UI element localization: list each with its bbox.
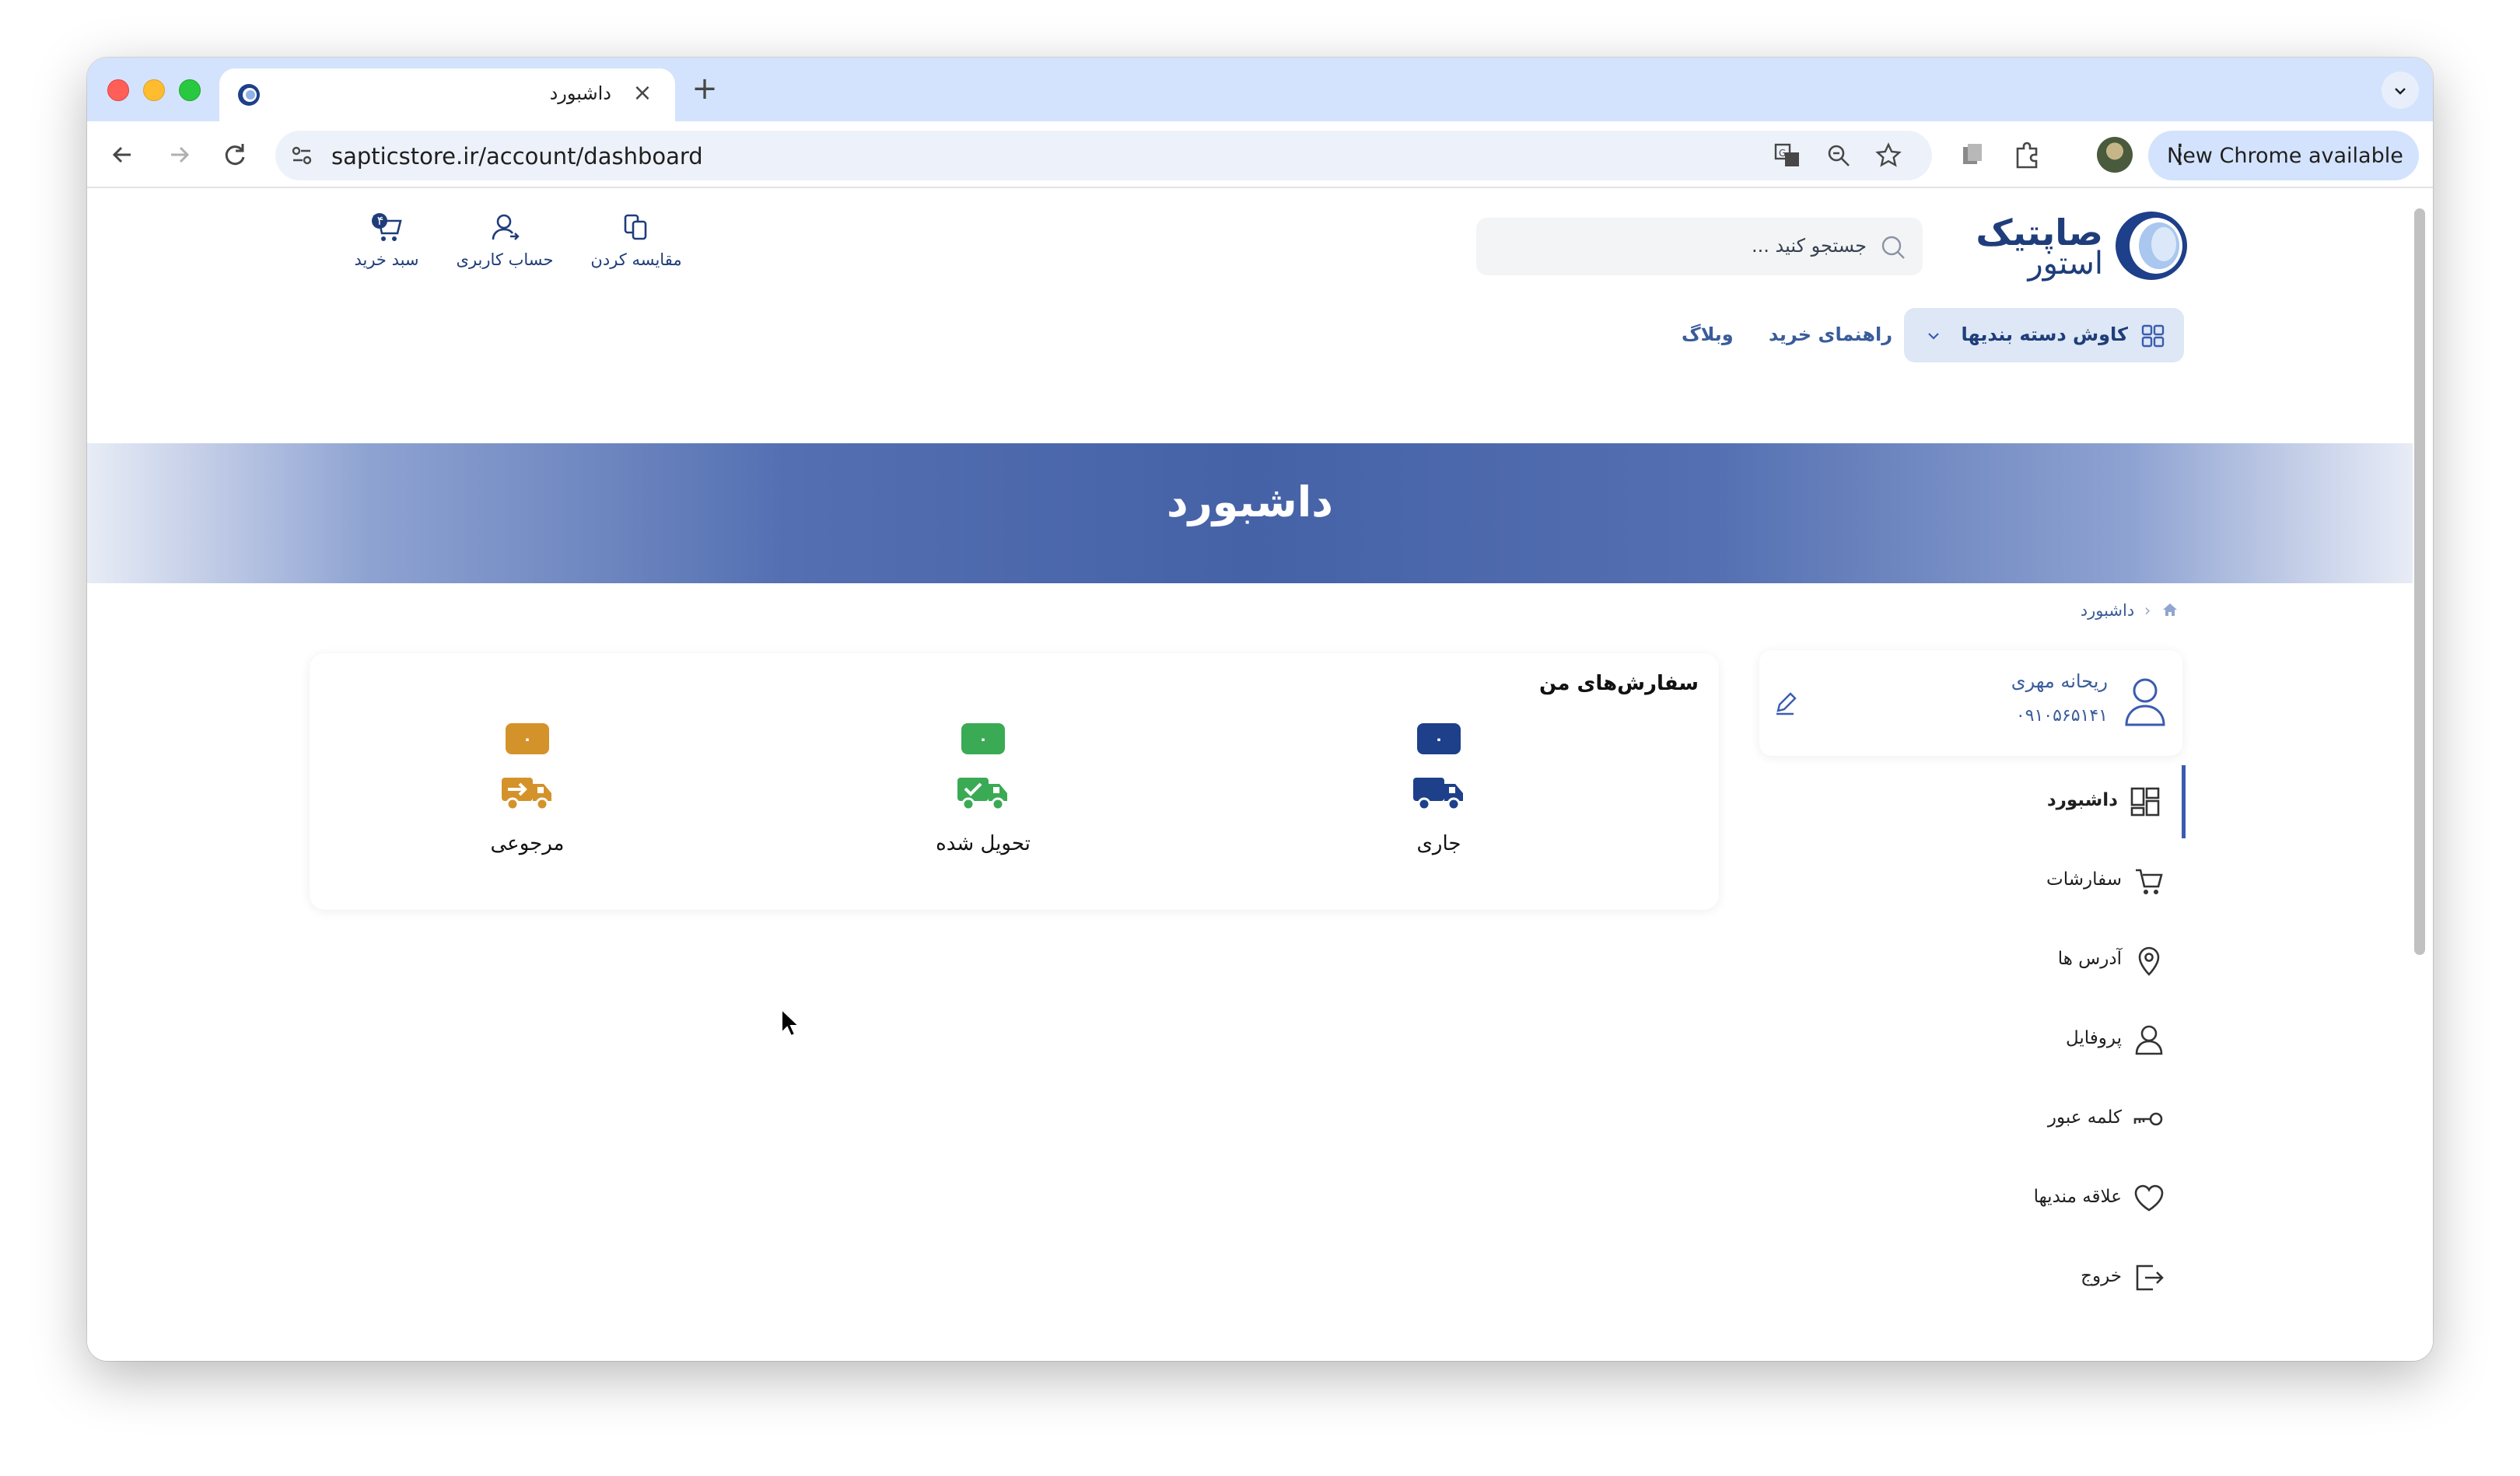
site-search-input[interactable]: جستجو کنید ... <box>1476 218 1923 275</box>
order-count-badge: ۰ <box>1417 723 1461 754</box>
user-card: ریحانه مهری ۰۹۱۰۵۶۵۱۴۱ <box>1759 650 2182 756</box>
search-placeholder: جستجو کنید ... <box>1751 235 1867 257</box>
dashboard-icon <box>2130 787 2160 817</box>
sidebar-item-label: پروفایل <box>2065 1028 2122 1048</box>
profile-avatar[interactable] <box>2097 137 2133 173</box>
page-banner: داشبورد <box>87 443 2413 583</box>
sidebar-item-label: آدرس ها <box>2057 949 2122 969</box>
menu-link-guide[interactable]: راهنمای خرید <box>1769 324 1892 345</box>
menu-link-blog[interactable]: وبلاگ <box>1682 324 1734 345</box>
key-icon <box>2133 1112 2163 1126</box>
bookmark-star-icon[interactable] <box>1873 140 1904 171</box>
translate-icon[interactable]: G <box>1772 140 1803 171</box>
sidebar-item-label: خروج <box>2081 1266 2122 1286</box>
order-status-delivered[interactable]: ۰ تحویل شده <box>866 723 1100 894</box>
user-avatar-icon <box>2125 678 2165 726</box>
svg-text:G: G <box>1779 148 1786 159</box>
extension-copy-icon[interactable] <box>1955 138 1990 172</box>
home-icon[interactable] <box>2161 600 2179 619</box>
scrollbar-thumb[interactable] <box>2414 208 2425 955</box>
my-orders-card: سفارش‌های من ۰ جاری ۰ <box>310 653 1719 910</box>
edit-pencil-icon[interactable] <box>1772 689 1800 717</box>
more-vert-icon: ⋮ <box>2167 138 2193 170</box>
compare-icon <box>624 214 647 240</box>
sidebar-item-profile[interactable]: پروفایل <box>1759 1003 2186 1076</box>
address-bar[interactable]: sapticstore.ir/account/dashboard G <box>275 131 1932 180</box>
order-count-badge: ۰ <box>961 723 1005 754</box>
site-settings-icon[interactable] <box>286 140 317 171</box>
page-scrollbar[interactable] <box>2414 196 2430 1361</box>
user-icon <box>492 214 520 240</box>
categories-label: کاوش دسته بندیها <box>1961 324 2128 345</box>
browser-toolbar: sapticstore.ir/account/dashboard G New C… <box>87 121 2433 188</box>
order-status-label: تحویل شده <box>936 832 1031 855</box>
browser-window: داشبورد × + sapticstore.ir/account/dashb… <box>87 58 2433 1361</box>
logout-icon <box>2136 1264 2164 1291</box>
order-status-current[interactable]: ۰ جاری <box>1322 723 1556 894</box>
tab-dashboard[interactable]: داشبورد × <box>219 68 675 121</box>
close-window-button[interactable] <box>107 79 129 101</box>
cart-count-badge: ۴ <box>376 213 384 228</box>
order-status-returned[interactable]: ۰ مرجوعی <box>411 723 644 894</box>
compare-button[interactable]: مقایسه کردن <box>582 210 691 280</box>
cart-button[interactable]: ۴ سبد خرید <box>344 210 429 280</box>
site-favicon-icon <box>238 84 260 106</box>
forward-icon[interactable] <box>160 136 198 173</box>
sidebar-item-label: علاقه مندیها <box>2033 1187 2122 1207</box>
minimize-window-button[interactable] <box>143 79 165 101</box>
sidebar-item-logout[interactable]: خروج <box>1759 1241 2186 1314</box>
zoom-icon[interactable] <box>1823 140 1854 171</box>
search-icon[interactable] <box>1878 232 1909 263</box>
breadcrumb: ‹ داشبورد <box>2081 600 2179 620</box>
account-label: حساب کاربری <box>456 250 554 269</box>
categories-menu-button[interactable]: کاوش دسته بندیها <box>1904 308 2184 362</box>
cart-label: سبد خرید <box>354 250 419 269</box>
close-tab-icon[interactable]: × <box>628 79 656 107</box>
grid-icon <box>2141 324 2165 348</box>
compare-label: مقایسه کردن <box>590 250 682 269</box>
tab-search-button[interactable] <box>2382 72 2419 109</box>
order-count-badge: ۰ <box>506 723 549 754</box>
cart-icon <box>2136 869 2163 894</box>
tab-strip: داشبورد × + <box>87 58 2433 121</box>
url-text: sapticstore.ir/account/dashboard <box>331 143 703 170</box>
sidebar-item-dashboard[interactable]: داشبورد <box>1759 765 2186 838</box>
chrome-update-button[interactable]: New Chrome available ⋮ <box>2148 131 2419 180</box>
sidebar-item-label: داشبورد <box>2046 790 2118 810</box>
chevron-down-icon <box>1928 333 1939 340</box>
user-phone: ۰۹۱۰۵۶۵۱۴۱ <box>2015 706 2108 726</box>
tab-title: داشبورد <box>549 82 611 104</box>
orders-title: سفارش‌های من <box>1538 672 1699 695</box>
location-icon <box>2138 946 2160 976</box>
sidebar-item-password[interactable]: کلمه عبور <box>1759 1083 2186 1156</box>
page-title: داشبورد <box>1166 477 1334 526</box>
account-button[interactable]: حساب کاربری <box>454 210 555 280</box>
logo-text-secondary: استور <box>2028 246 2103 282</box>
order-status-label: جاری <box>1416 832 1461 855</box>
heart-icon <box>2134 1184 2164 1212</box>
site-logo[interactable]: صاپتیک استور <box>1954 205 2189 283</box>
back-icon[interactable] <box>104 136 142 173</box>
sidebar-item-addresses[interactable]: آدرس ها <box>1759 924 2186 997</box>
chevron-down-icon <box>2395 87 2406 95</box>
reload-icon[interactable] <box>216 136 254 173</box>
page-content: صاپتیک استور جستجو کنید ... مقایسه کردن … <box>87 190 2433 1361</box>
new-tab-button[interactable]: + <box>686 72 723 109</box>
breadcrumb-current[interactable]: داشبورد <box>2081 601 2134 620</box>
profile-icon <box>2135 1025 2163 1055</box>
sidebar-item-orders[interactable]: سفارشات <box>1759 845 2186 918</box>
delivered-truck-icon <box>957 778 1007 811</box>
sidebar-item-label: سفارشات <box>2046 869 2122 890</box>
sidebar-item-favorites[interactable]: علاقه مندیها <box>1759 1162 2186 1235</box>
user-name: ریحانه مهری <box>2011 670 2108 692</box>
sidebar-item-label: کلمه عبور <box>2047 1107 2122 1128</box>
order-status-label: مرجوعی <box>490 832 565 855</box>
breadcrumb-separator-icon: ‹ <box>2144 601 2151 620</box>
extensions-icon[interactable] <box>2010 138 2044 172</box>
maximize-window-button[interactable] <box>179 79 201 101</box>
return-truck-icon <box>502 778 551 811</box>
truck-icon <box>1413 778 1463 811</box>
logo-mark-icon <box>2116 212 2187 280</box>
mouse-cursor-icon <box>781 1008 801 1037</box>
